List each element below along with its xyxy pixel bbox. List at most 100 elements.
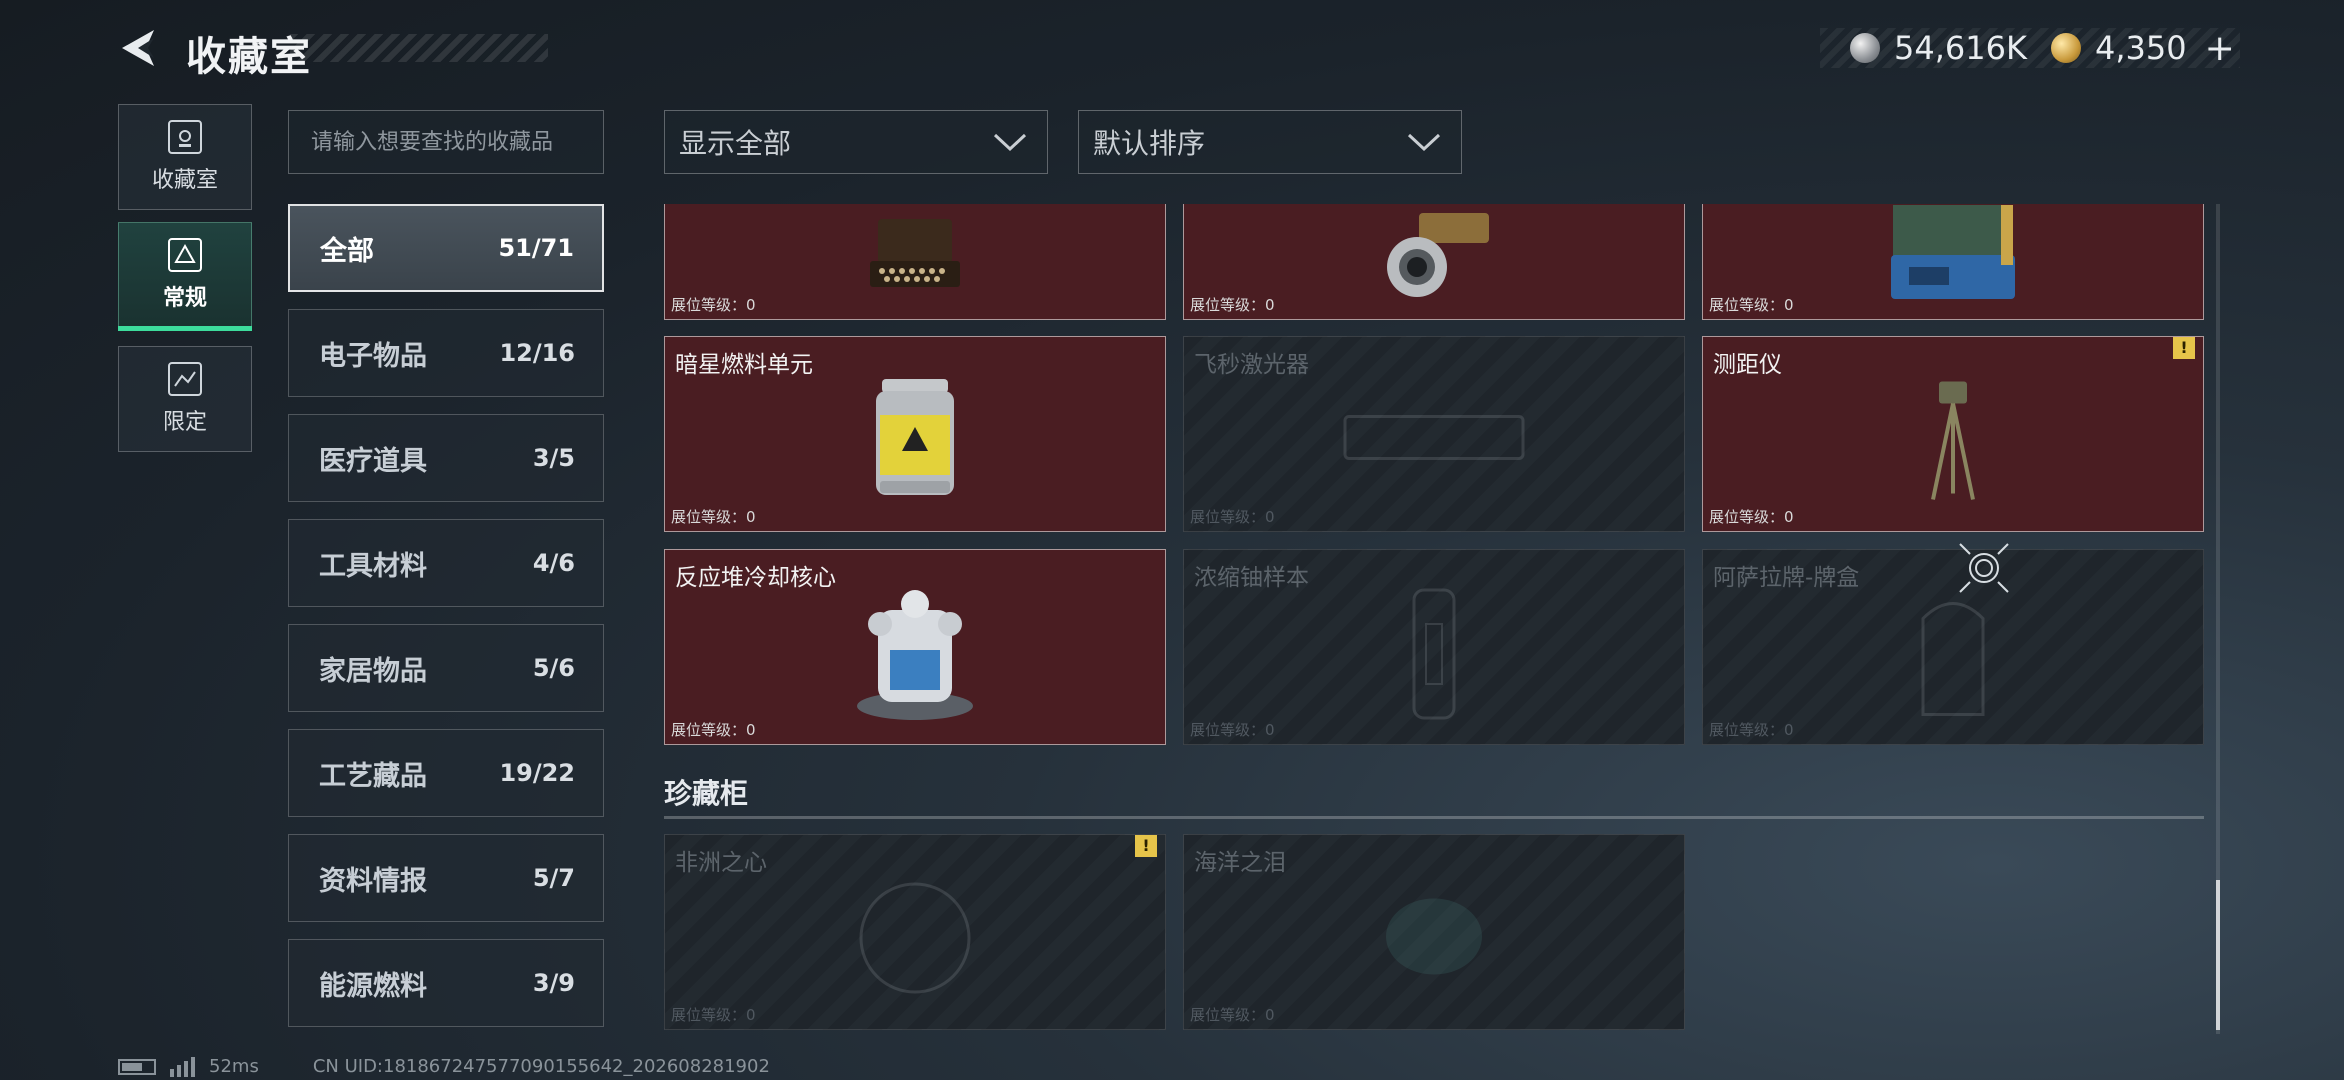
- collection-card[interactable]: 展位等级：0: [1702, 204, 2204, 320]
- category-count: 19/22: [499, 759, 575, 787]
- collection-card[interactable]: 暗星燃料单元 展位等级：0: [664, 336, 1166, 532]
- silver-currency-value: 54,616K: [1894, 29, 2027, 67]
- item-name: 飞秒激光器: [1194, 352, 1309, 378]
- collection-room-icon: [168, 120, 202, 154]
- collection-card[interactable]: 海洋之泪 展位等级：0: [1183, 834, 1685, 1030]
- collection-card[interactable]: 展位等级：0: [1183, 204, 1685, 320]
- rail-label: 常规: [162, 286, 207, 311]
- uranium-sample-icon: [1412, 588, 1456, 720]
- booth-level: 展位等级：0: [671, 508, 756, 526]
- rail-regular[interactable]: 常规: [118, 222, 252, 328]
- back-arrow-icon: [122, 30, 154, 66]
- silver-coin-icon: [1850, 33, 1880, 63]
- chevron-down-icon: [993, 133, 1027, 152]
- category-name: 医疗道具: [319, 445, 427, 477]
- search-box: [288, 110, 604, 174]
- booth-level: 展位等级：0: [1190, 296, 1275, 314]
- rail-collection-room[interactable]: 收藏室: [118, 104, 252, 210]
- alert-badge: !: [1135, 835, 1157, 857]
- regular-collection-icon: [168, 238, 202, 272]
- category-name: 工具材料: [319, 550, 427, 582]
- item-name: 反应堆冷却核心: [675, 565, 836, 591]
- item-name: 暗星燃料单元: [675, 352, 813, 378]
- item-name: 阿萨拉牌-牌盒: [1713, 565, 1860, 591]
- gem-icon: [859, 882, 971, 994]
- collection-card[interactable]: 展位等级：0: [664, 204, 1166, 320]
- category-name: 电子物品: [319, 340, 427, 372]
- booth-level: 展位等级：0: [1709, 508, 1794, 526]
- category-count: 12/16: [499, 339, 575, 367]
- currency-bar: 54,616K 4,350 +: [1820, 28, 2240, 69]
- item-name: 非洲之心: [675, 850, 767, 876]
- battery-icon: [118, 1058, 156, 1075]
- category-count: 5/7: [532, 864, 575, 892]
- category-count: 3/5: [532, 444, 575, 472]
- booth-level: 展位等级：0: [1709, 721, 1794, 739]
- title-decoration: [290, 34, 548, 62]
- collection-card[interactable]: 非洲之心 ! 展位等级：0: [664, 834, 1166, 1030]
- ping-value: 52ms: [209, 1056, 259, 1077]
- fuel-cell-icon: [876, 379, 954, 495]
- scrollbar-thumb[interactable]: [2216, 880, 2220, 1030]
- category-name: 资料情报: [319, 865, 427, 897]
- add-currency-button[interactable]: +: [2205, 28, 2235, 69]
- active-rail-indicator: [118, 326, 252, 331]
- typewriter-icon: [870, 219, 960, 287]
- show-filter-dropdown[interactable]: 显示全部: [664, 110, 1048, 174]
- laser-device-icon: [1343, 415, 1525, 460]
- section-divider: [664, 816, 2204, 819]
- lens-device-icon: [1387, 213, 1489, 297]
- category-energy[interactable]: 能源燃料 3/9: [288, 939, 604, 1027]
- machine-unit-icon: [1891, 205, 2015, 299]
- category-name: 工艺藏品: [319, 760, 427, 792]
- alert-badge: !: [2173, 337, 2195, 359]
- category-count: 51/71: [498, 234, 574, 262]
- limited-collection-icon: [168, 362, 202, 396]
- page-title: 收藏室: [186, 34, 312, 80]
- sort-dropdown[interactable]: 默认排序: [1078, 110, 1462, 174]
- collection-card[interactable]: 反应堆冷却核心 展位等级：0: [664, 549, 1166, 745]
- gem-icon: [1386, 898, 1482, 975]
- card-box-icon: [1921, 602, 1985, 716]
- rail-label: 收藏室: [151, 168, 218, 193]
- category-medical[interactable]: 医疗道具 3/5: [288, 414, 604, 502]
- booth-level: 展位等级：0: [671, 721, 756, 739]
- dropdown-value: 默认排序: [1093, 127, 1206, 160]
- booth-level: 展位等级：0: [1190, 1006, 1275, 1024]
- category-electronics[interactable]: 电子物品 12/16: [288, 309, 604, 397]
- gold-currency-value: 4,350: [2094, 29, 2187, 67]
- booth-level: 展位等级：0: [1190, 508, 1275, 526]
- category-name: 能源燃料: [319, 970, 427, 1002]
- collection-card[interactable]: 浓缩铀样本 展位等级：0: [1183, 549, 1685, 745]
- dropdown-value: 显示全部: [679, 127, 792, 160]
- item-name: 浓缩铀样本: [1194, 565, 1309, 591]
- booth-level: 展位等级：0: [671, 1006, 756, 1024]
- rail-limited[interactable]: 限定: [118, 346, 252, 452]
- category-tools[interactable]: 工具材料 4/6: [288, 519, 604, 607]
- search-input[interactable]: [289, 111, 603, 173]
- category-name: 全部: [320, 235, 374, 267]
- category-household[interactable]: 家居物品 5/6: [288, 624, 604, 712]
- booth-level: 展位等级：0: [1709, 296, 1794, 314]
- treasure-section-title: 珍藏柜: [664, 777, 749, 810]
- booth-level: 展位等级：0: [671, 296, 756, 314]
- category-intel[interactable]: 资料情报 5/7: [288, 834, 604, 922]
- category-all[interactable]: 全部 51/71: [288, 204, 604, 292]
- rangefinder-icon: [1931, 381, 1975, 500]
- item-name: 测距仪: [1713, 352, 1782, 378]
- category-name: 家居物品: [319, 655, 427, 687]
- category-count: 4/6: [532, 549, 575, 577]
- reactor-core-icon: [857, 590, 973, 720]
- category-crafts[interactable]: 工艺藏品 19/22: [288, 729, 604, 817]
- chevron-down-icon: [1407, 133, 1441, 152]
- back-button[interactable]: [118, 26, 162, 70]
- target-reticle-icon: [1959, 543, 2009, 593]
- status-footer: 52ms CN UID:181867247577090155642_202608…: [118, 1056, 770, 1077]
- user-uid: CN UID:181867247577090155642_20260828190…: [312, 1056, 770, 1077]
- collection-card[interactable]: 阿萨拉牌-牌盒 展位等级：0: [1702, 549, 2204, 745]
- collection-card[interactable]: 测距仪 ! 展位等级：0: [1702, 336, 2204, 532]
- signal-icon: [170, 1056, 195, 1077]
- collection-card[interactable]: 飞秒激光器 展位等级：0: [1183, 336, 1685, 532]
- gold-coin-icon: [2050, 33, 2081, 63]
- booth-level: 展位等级：0: [1190, 721, 1275, 739]
